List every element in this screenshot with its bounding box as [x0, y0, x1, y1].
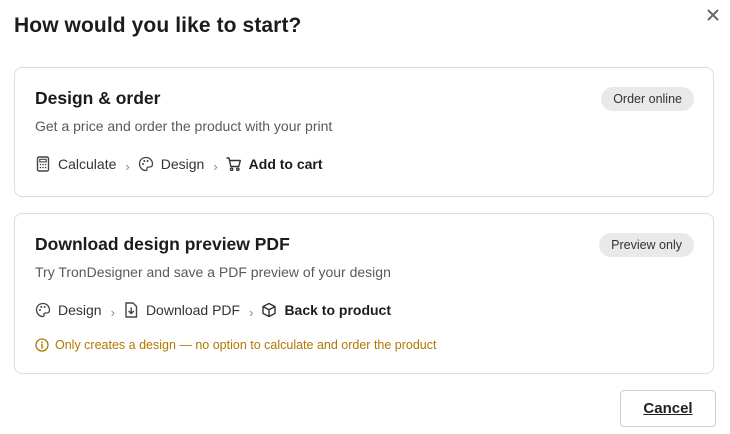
download-file-icon — [123, 302, 139, 318]
cancel-button[interactable]: Cancel — [620, 390, 716, 427]
cart-icon — [225, 156, 242, 172]
step-item: Add to cart — [225, 156, 323, 172]
option-description: Try TronDesigner and save a PDF preview … — [35, 264, 391, 280]
step-item: Back to product — [261, 302, 391, 318]
step-label: Calculate — [58, 156, 117, 172]
palette-icon — [138, 156, 154, 172]
chevron-right-icon: › — [110, 304, 115, 320]
chevron-right-icon: › — [213, 158, 218, 174]
chevron-right-icon: › — [125, 158, 130, 174]
palette-icon — [35, 302, 51, 318]
warning-note: Only creates a design — no option to cal… — [35, 338, 436, 352]
step-flow: Calculate › Design › Add to cart — [35, 154, 323, 174]
step-item: Design — [138, 156, 205, 172]
box-icon — [261, 302, 277, 318]
option-title: Design & order — [35, 88, 161, 108]
status-badge: Preview only — [599, 233, 694, 257]
step-item: Design — [35, 302, 102, 318]
step-label: Design — [58, 302, 102, 318]
start-dialog: How would you like to start? Design & or… — [0, 0, 730, 434]
step-label: Add to cart — [248, 156, 323, 172]
status-badge: Order online — [601, 87, 694, 111]
option-card-design-order[interactable]: Design & order Order online Get a price … — [14, 67, 714, 197]
step-label: Download PDF — [145, 302, 241, 318]
step-label: Design — [160, 156, 205, 172]
dialog-title: How would you like to start? — [14, 14, 302, 37]
close-button[interactable] — [702, 4, 724, 26]
chevron-right-icon: › — [249, 304, 254, 320]
option-description: Get a price and order the product with y… — [35, 118, 333, 134]
option-card-download-pdf[interactable]: Download design preview PDF Preview only… — [14, 213, 714, 374]
note-text: Only creates a design — no option to cal… — [55, 338, 437, 352]
info-icon — [35, 338, 49, 352]
step-item: Calculate — [35, 156, 116, 172]
option-title: Download design preview PDF — [35, 234, 290, 254]
step-label: Back to product — [284, 302, 392, 318]
step-flow: Design › Download PDF › Back to product — [35, 300, 391, 320]
step-item: Download PDF — [123, 302, 240, 318]
calculator-icon — [35, 156, 51, 172]
close-icon — [702, 4, 724, 26]
